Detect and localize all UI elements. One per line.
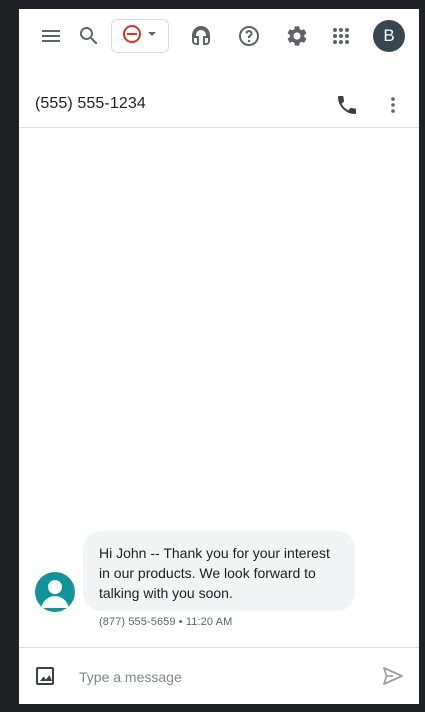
top-toolbar: B	[19, 9, 419, 63]
message-meta: (877) 555-5659 • 11:20 AM	[99, 616, 233, 628]
headset-icon[interactable]	[187, 22, 215, 50]
conversation-header: (555) 555-1234	[19, 71, 419, 128]
message-input[interactable]	[79, 667, 359, 687]
search-icon[interactable]	[75, 22, 103, 50]
account-initial: B	[383, 26, 395, 45]
image-icon[interactable]	[31, 662, 59, 690]
messages-app: B (555) 555-1234 Hi John -- Thank you fo…	[19, 9, 419, 704]
apps-grid-icon[interactable]	[327, 22, 355, 50]
arrow-drop-down-icon	[146, 27, 158, 45]
message-list: Hi John -- Thank you for your interest i…	[19, 129, 419, 647]
message-text: Hi John -- Thank you for your interest i…	[99, 545, 330, 601]
send-icon[interactable]	[379, 662, 407, 690]
contact-avatar-icon	[35, 572, 75, 612]
menu-icon[interactable]	[37, 22, 65, 50]
account-avatar[interactable]: B	[373, 20, 405, 52]
help-icon[interactable]	[235, 22, 263, 50]
message-composer	[19, 647, 419, 704]
gear-icon[interactable]	[283, 22, 311, 50]
conversation-title: (555) 555-1234	[35, 95, 146, 112]
status-dropdown-button[interactable]	[111, 19, 169, 53]
phone-icon[interactable]	[333, 91, 361, 119]
more-vert-icon[interactable]	[379, 91, 407, 119]
message-bubble: Hi John -- Thank you for your interest i…	[83, 531, 355, 611]
do-not-disturb-icon	[122, 24, 142, 49]
